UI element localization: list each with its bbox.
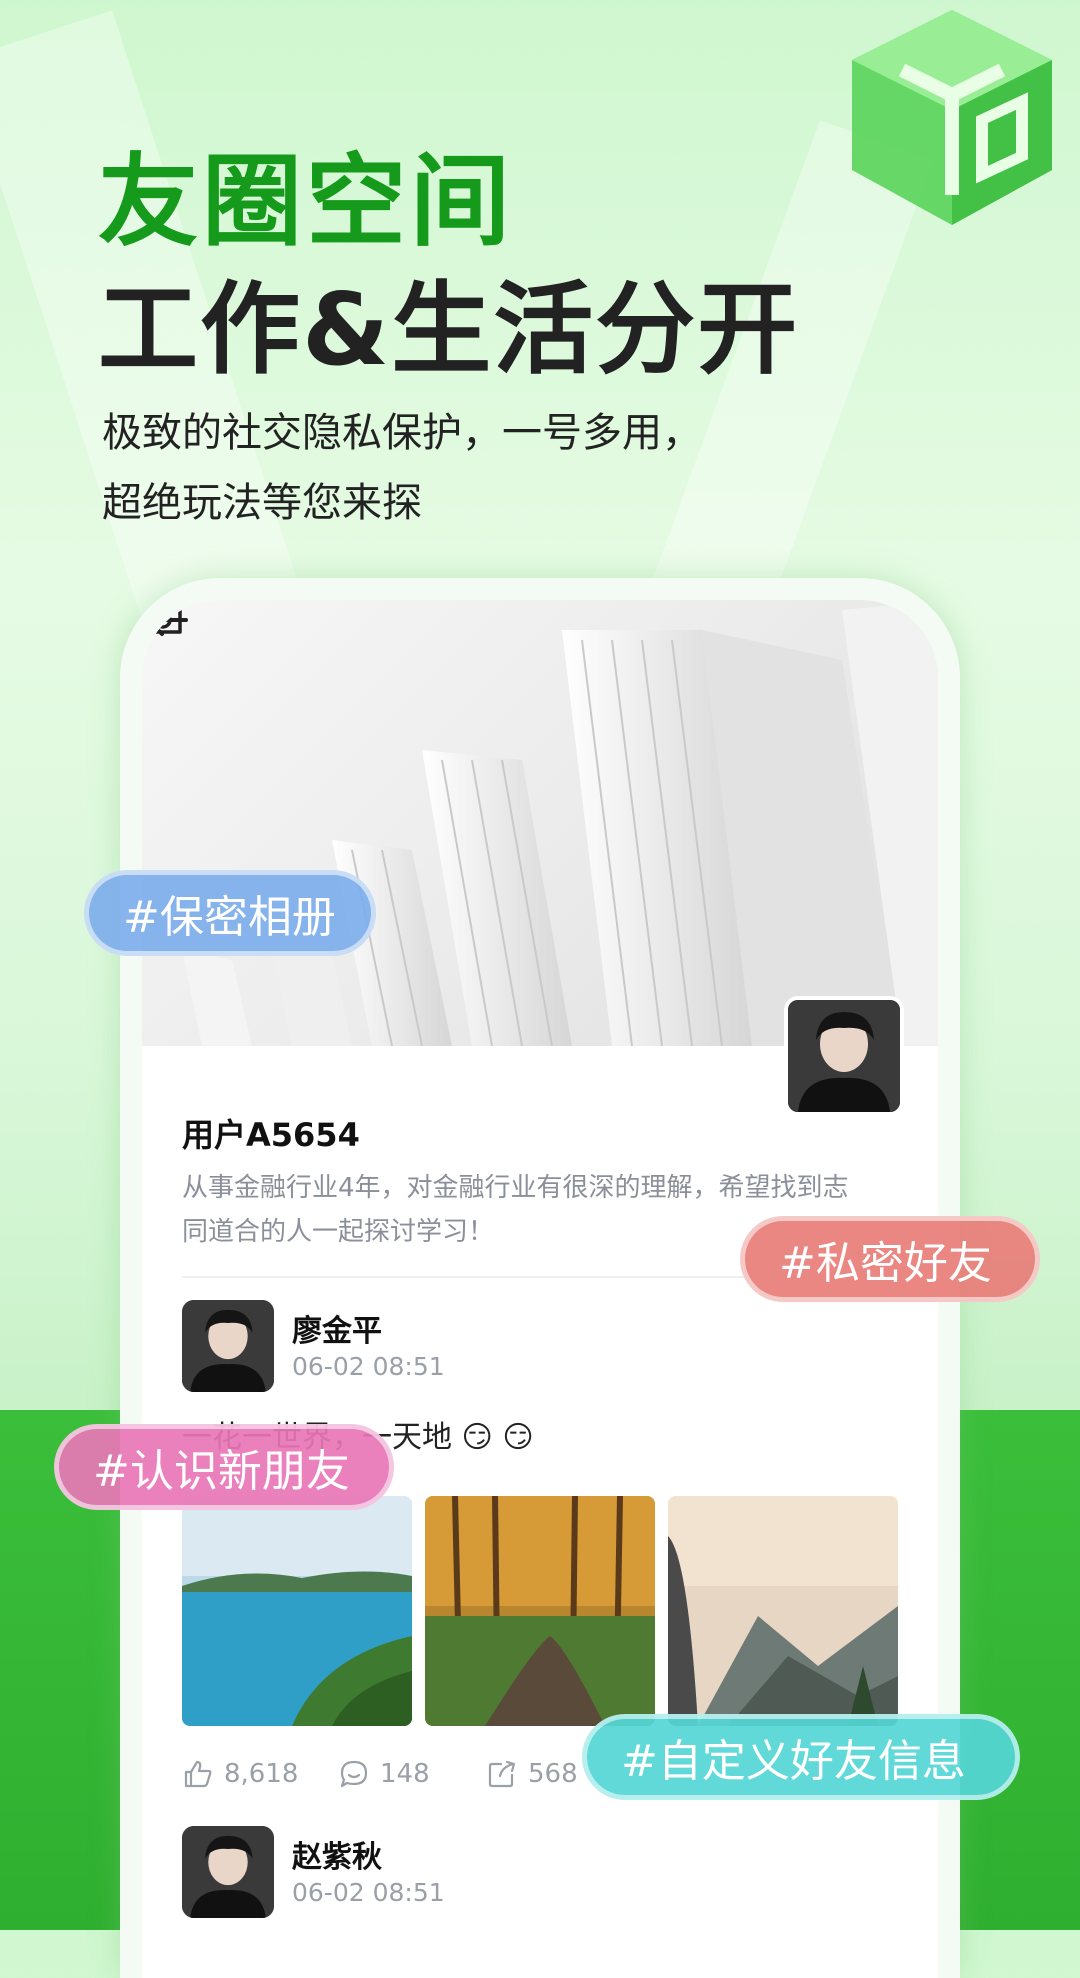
tag-meet-new-friends: #认识新朋友 (54, 1424, 394, 1510)
share-icon (488, 1760, 516, 1788)
like-stat[interactable]: 8,618 (182, 1758, 298, 1790)
post-author-avatar[interactable] (182, 1300, 274, 1392)
post-author-name[interactable]: 廖金平 (292, 1306, 382, 1350)
profile-name: 用户A5654 (182, 1116, 360, 1154)
subtitle-line: 极致的社交隐私保护，一号多用， (102, 410, 702, 456)
tag-custom-friend-info: #自定义好友信息 (582, 1714, 1020, 1800)
comment-count: 148 (380, 1759, 430, 1789)
thumbs-up-icon (184, 1760, 212, 1788)
tag-secret-album: #保密相册 (84, 870, 376, 956)
post-time: 06-02 08:51 (292, 1352, 445, 1381)
camera-icon[interactable] (142, 600, 184, 636)
subtitle: 极致的社交隐私保护，一号多用， 超绝玩法等您来探 (102, 398, 862, 538)
post-photo-sea[interactable] (182, 1496, 412, 1726)
headline: 工作&生活分开 (98, 271, 800, 388)
profile-bio-line: 从事金融行业4年，对金融行业有很深的理解，希望找到志 (182, 1173, 849, 1203)
cover-image (142, 600, 938, 1046)
app-title: 友圈空间 (98, 143, 514, 260)
post-time: 06-02 08:51 (292, 1878, 445, 1907)
cube-logo-icon (852, 10, 1052, 225)
tag-private-friends: #私密好友 (740, 1216, 1040, 1302)
subtitle-line: 超绝玩法等您来探 (102, 480, 422, 526)
like-count: 8,618 (224, 1759, 299, 1789)
comment-stat[interactable]: 148 (338, 1758, 430, 1790)
post-author-avatar[interactable] (182, 1826, 274, 1918)
share-count: 568 (528, 1759, 578, 1789)
post-author-name[interactable]: 赵紫秋 (292, 1832, 382, 1876)
cover-architecture-illustration (182, 600, 938, 1046)
profile-avatar[interactable] (784, 996, 904, 1116)
comment-icon (340, 1760, 368, 1788)
post-photo-forest[interactable] (425, 1496, 655, 1726)
post-photo-mountain[interactable] (668, 1496, 898, 1726)
share-stat[interactable]: 568 (486, 1758, 578, 1790)
